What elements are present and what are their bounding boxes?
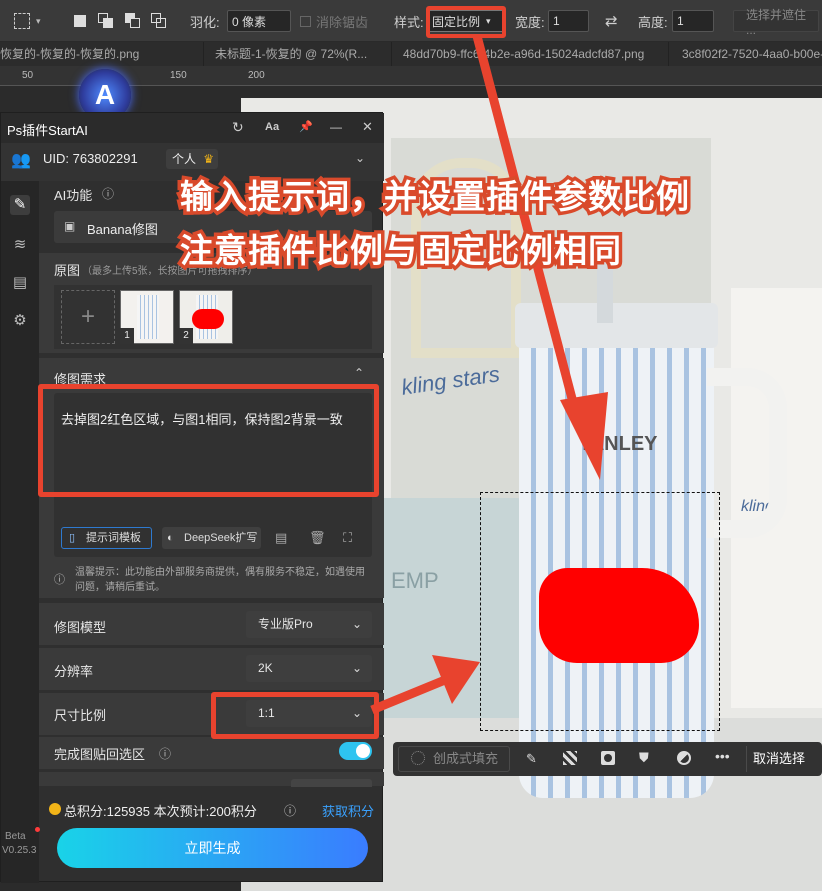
arrow-line xyxy=(472,34,580,412)
arrow-head xyxy=(560,392,608,480)
annotation-arrows xyxy=(370,34,608,715)
arrow-line xyxy=(370,675,447,715)
annotation-line-1: 输入提示词，并设置插件参数比例 xyxy=(177,175,693,219)
annotation-line-2: 注意插件比例与固定比例相同 xyxy=(177,229,625,273)
